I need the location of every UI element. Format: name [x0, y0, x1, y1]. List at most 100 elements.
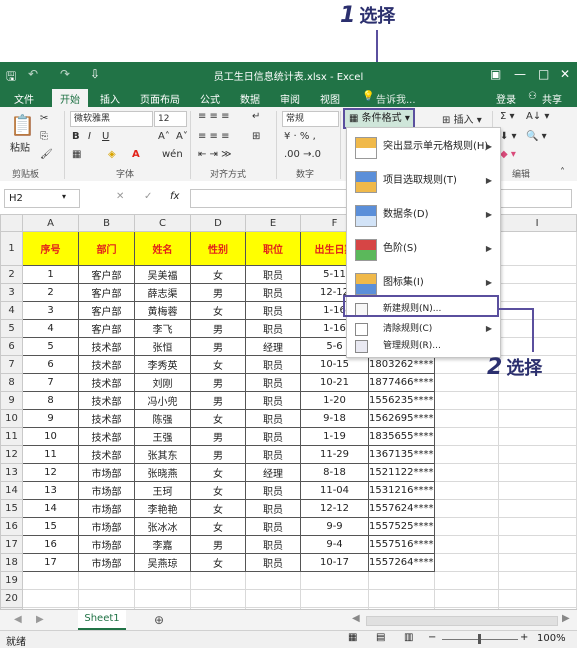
row-header[interactable]: 3 — [0, 283, 23, 302]
row-header[interactable]: 15 — [0, 499, 23, 518]
column-header[interactable]: I — [497, 214, 577, 232]
cell[interactable]: 职员 — [245, 283, 301, 302]
cell[interactable]: 男 — [190, 535, 246, 554]
cell[interactable]: 1367135**** — [368, 445, 435, 464]
cell[interactable]: 市场部 — [78, 535, 135, 554]
cell[interactable]: 8-18 — [300, 463, 369, 482]
header-cell[interactable]: 性别 — [190, 231, 246, 266]
cell[interactable] — [433, 535, 499, 554]
row-header[interactable]: 11 — [0, 427, 23, 446]
cell[interactable]: 张恒 — [134, 337, 191, 356]
zoom-out-icon[interactable]: − — [428, 632, 436, 643]
cell[interactable]: 技术部 — [78, 391, 135, 410]
tab-data[interactable]: 数据 — [240, 91, 260, 106]
cell[interactable] — [497, 391, 577, 410]
cell[interactable] — [22, 589, 79, 608]
cell[interactable] — [433, 571, 499, 590]
cell[interactable]: 李飞 — [134, 319, 191, 338]
cell[interactable]: 女 — [190, 265, 246, 284]
cell[interactable]: 市场部 — [78, 553, 135, 572]
cell[interactable]: 客户部 — [78, 319, 135, 338]
cell[interactable]: 男 — [190, 391, 246, 410]
cell[interactable]: 技术部 — [78, 355, 135, 374]
cell[interactable]: 冯小兜 — [134, 391, 191, 410]
login-link[interactable]: 登录 — [496, 91, 516, 106]
cell[interactable]: 职员 — [245, 481, 301, 500]
copy-icon[interactable]: ⎘ — [40, 131, 48, 142]
cell[interactable]: 1557264**** — [368, 553, 435, 572]
share-button[interactable]: 共享 — [542, 91, 562, 106]
cell[interactable]: 9-9 — [300, 517, 369, 536]
cell[interactable] — [245, 589, 301, 608]
scroll-left-icon[interactable]: ◀ — [14, 614, 22, 625]
cell[interactable]: 10 — [22, 427, 79, 446]
tab-page-layout[interactable]: 页面布局 — [140, 91, 180, 106]
menu-item-data-bars[interactable]: 数据条(D) ▶ — [347, 200, 500, 230]
row-header[interactable]: 4 — [0, 301, 23, 320]
cell[interactable]: 黄梅蓉 — [134, 301, 191, 320]
find-icon[interactable]: 🔍 ▾ — [526, 131, 547, 142]
name-box[interactable]: H2 — [4, 189, 80, 208]
cell[interactable]: 刘刚 — [134, 373, 191, 392]
row-header[interactable]: 6 — [0, 337, 23, 356]
cell[interactable]: 4 — [22, 319, 79, 338]
cell[interactable]: 经理 — [245, 463, 301, 482]
cell[interactable]: 1562695**** — [368, 409, 435, 428]
tab-file[interactable]: 文件 — [14, 91, 34, 106]
paste-icon[interactable]: 📋 — [10, 113, 35, 137]
tell-me-box[interactable]: 告诉我... — [376, 91, 416, 106]
cell[interactable]: 2 — [22, 283, 79, 302]
column-header[interactable]: C — [134, 214, 191, 232]
cell[interactable]: 吴美福 — [134, 265, 191, 284]
cell[interactable]: 张冰冰 — [134, 517, 191, 536]
cell[interactable]: 11-29 — [300, 445, 369, 464]
cell[interactable]: 1557624**** — [368, 499, 435, 518]
italic-button[interactable]: I — [88, 131, 91, 142]
cell[interactable]: 技术部 — [78, 409, 135, 428]
cell[interactable]: 10-21 — [300, 373, 369, 392]
cell[interactable]: 10-15 — [300, 355, 369, 374]
insert-function-icon[interactable]: fx — [170, 191, 179, 202]
sheet-scroll-left-icon[interactable]: ◀ — [352, 613, 360, 624]
menu-item-manage-rules[interactable]: 管理规则(R)... — [347, 337, 500, 355]
ribbon-display-icon[interactable]: ▣ — [490, 67, 501, 81]
normal-view-icon[interactable]: ▦ — [348, 632, 357, 643]
cell[interactable]: 市场部 — [78, 463, 135, 482]
cell[interactable] — [78, 589, 135, 608]
cell[interactable]: 职员 — [245, 319, 301, 338]
cell[interactable]: 职员 — [245, 553, 301, 572]
cell[interactable]: 12 — [22, 463, 79, 482]
cell[interactable]: 技术部 — [78, 373, 135, 392]
cell[interactable] — [497, 319, 577, 338]
wrap-text-icon[interactable]: ↵ — [252, 111, 260, 122]
cell[interactable]: 吴燕琼 — [134, 553, 191, 572]
row-header[interactable]: 2 — [0, 265, 23, 284]
bold-button[interactable]: B — [72, 131, 80, 142]
enter-formula-icon[interactable]: ✓ — [144, 191, 152, 202]
cell[interactable]: 11 — [22, 445, 79, 464]
row-header[interactable]: 16 — [0, 517, 23, 536]
cell[interactable]: 1556235**** — [368, 391, 435, 410]
cell[interactable]: 女 — [190, 481, 246, 500]
border-icon[interactable]: ▦ — [72, 149, 81, 160]
cell[interactable]: 1521122**** — [368, 463, 435, 482]
paste-button[interactable]: 粘贴 — [10, 139, 30, 154]
cell[interactable] — [433, 481, 499, 500]
cell[interactable]: 女 — [190, 355, 246, 374]
cell[interactable] — [497, 535, 577, 554]
cell[interactable]: 9 — [22, 409, 79, 428]
row-header[interactable]: 20 — [0, 589, 23, 608]
select-all-corner[interactable] — [0, 214, 23, 232]
zoom-slider-thumb[interactable] — [478, 634, 481, 644]
cell[interactable]: 男 — [190, 427, 246, 446]
row-header[interactable]: 17 — [0, 535, 23, 554]
header-cell[interactable]: 序号 — [22, 231, 79, 266]
cell[interactable]: 男 — [190, 337, 246, 356]
cell[interactable]: 1557525**** — [368, 517, 435, 536]
cell[interactable]: 5 — [22, 337, 79, 356]
cell[interactable] — [433, 553, 499, 572]
cut-icon[interactable]: ✂ — [40, 113, 48, 124]
cell[interactable]: 李嘉 — [134, 535, 191, 554]
row-header[interactable]: 18 — [0, 553, 23, 572]
horizontal-scrollbar[interactable] — [366, 616, 558, 626]
